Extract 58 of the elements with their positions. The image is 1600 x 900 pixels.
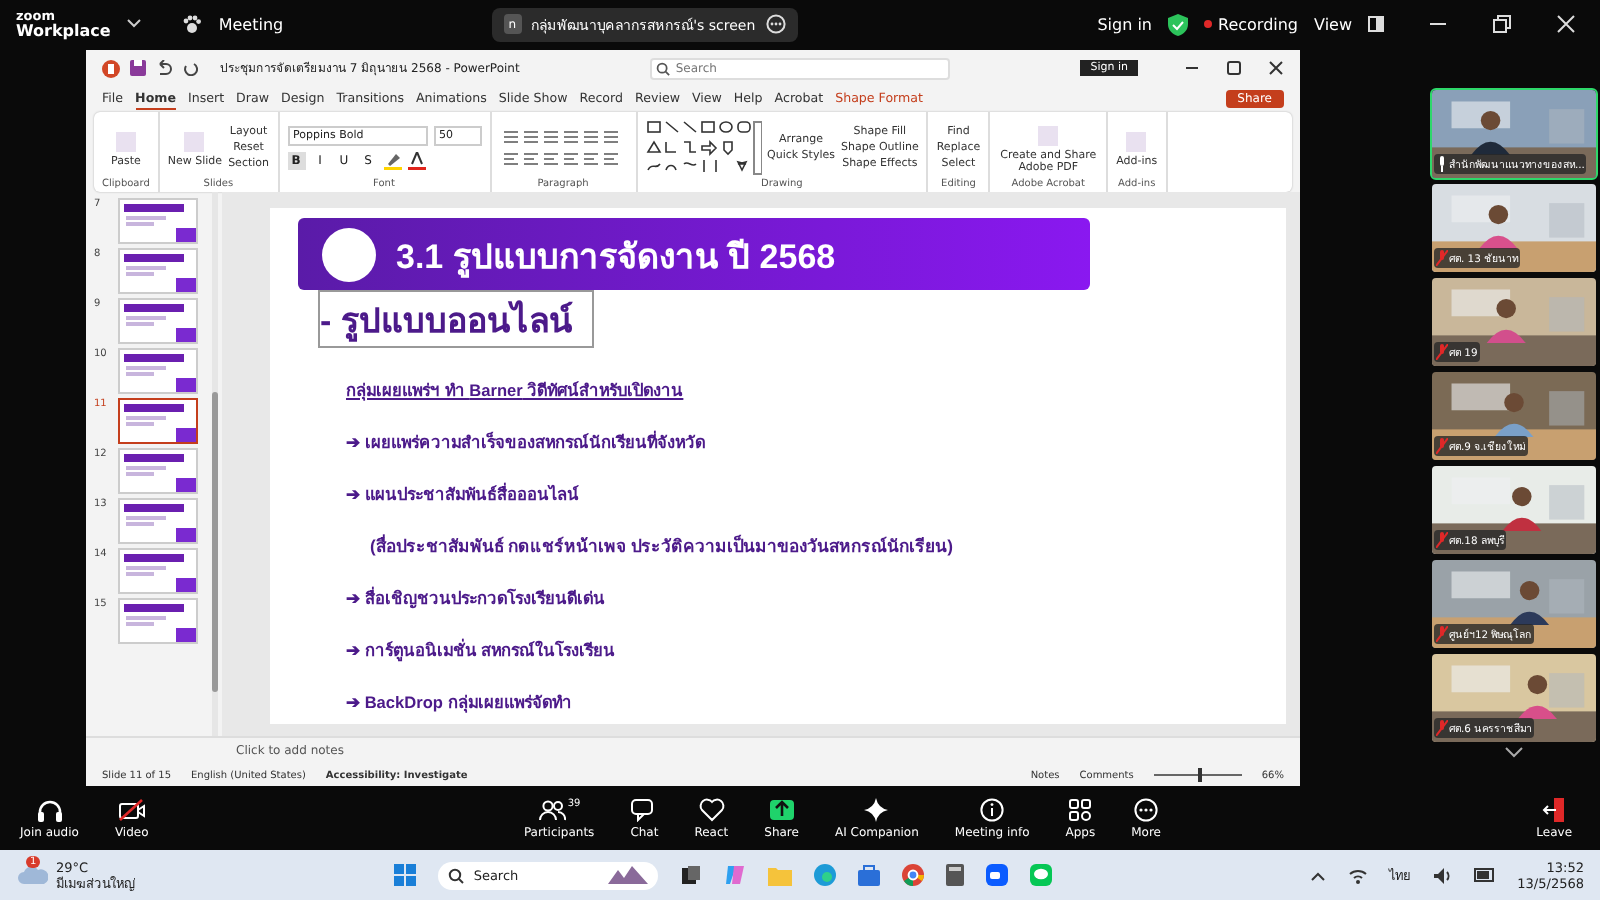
chevron-up-icon[interactable] — [1309, 869, 1326, 881]
restore-icon[interactable] — [1226, 60, 1242, 76]
info-icon — [978, 797, 1007, 821]
wifi-icon[interactable] — [1347, 867, 1368, 883]
slide-text: ➔ BackDrop กลุ่มเผยแพร่จัดทำ — [346, 692, 572, 712]
search-icon — [447, 867, 464, 883]
exit-door-icon — [1542, 797, 1567, 821]
store-bag-icon[interactable] — [857, 864, 880, 886]
mountain-icon — [607, 866, 648, 884]
grid-view-icon — [1368, 16, 1384, 32]
calculator-icon[interactable] — [945, 864, 964, 886]
share-screen-icon — [767, 797, 796, 821]
slide-text: ➔ การ์ตูนอนิเมชั่น สหกรณ์ในโรงเรียน — [346, 640, 616, 660]
task-view-icon[interactable] — [679, 864, 702, 886]
speaker-icon[interactable] — [1433, 867, 1452, 883]
headphones-icon — [35, 797, 64, 821]
highlight-icon[interactable] — [383, 151, 401, 169]
paw-icon — [182, 14, 203, 34]
font-color-icon[interactable] — [407, 151, 425, 169]
shield-check-icon — [1168, 13, 1188, 35]
chrome-icon[interactable] — [901, 864, 924, 886]
recording-dot — [1204, 20, 1212, 28]
windows-start-icon[interactable] — [393, 864, 416, 886]
meeting-label[interactable]: Meeting — [218, 15, 284, 33]
shape-gallery-drawing[interactable] — [645, 119, 761, 175]
powerpoint-logo-icon — [102, 59, 120, 77]
slide-text: กลุ่มเผยแพร่ฯ ทำ Barner วิดีทัศน์สำหรับเปิดงาน — [346, 380, 684, 400]
people-icon — [537, 797, 566, 821]
sparkle-icon — [862, 797, 891, 821]
search-icon — [655, 61, 670, 75]
heart-icon — [697, 797, 726, 821]
slide-text: ➔ แผนประชาสัมพันธ์สื่อออนไลน์ — [346, 484, 579, 504]
chevron-down-icon[interactable] — [126, 18, 143, 30]
view-button[interactable]: View — [1314, 15, 1352, 33]
slide-text: ➔ สื่อเชิญชวนประกวดโรงเรียนดีเด่น — [346, 588, 605, 608]
cloud-icon — [16, 863, 48, 883]
apps-icon — [1066, 797, 1095, 821]
circle-shape — [322, 227, 376, 281]
save-icon[interactable] — [130, 60, 146, 76]
slide-text: ➔ เผยแพร่ความสำเร็จของสหกรณ์นักเรียนที่จังหวัด — [346, 432, 705, 452]
sign-in-link[interactable]: Sign in — [1097, 15, 1152, 33]
scrollbar[interactable] — [212, 192, 218, 736]
chevron-down-icon[interactable] — [1503, 746, 1523, 758]
more-icon[interactable] — [765, 14, 786, 34]
more-icon — [1132, 797, 1161, 821]
battery-icon[interactable] — [1473, 868, 1496, 882]
slider-thumb[interactable] — [1197, 768, 1202, 782]
undo-icon[interactable] — [156, 60, 172, 76]
slide-text: (สื่อประชาสัมพันธ์ กดแชร์หน้าเพจ ประวัติความเป็นมาของวันสหกรณ์นักเรียน) — [370, 536, 953, 556]
close-icon[interactable] — [1268, 60, 1284, 76]
recording-label[interactable]: Recording — [1218, 15, 1299, 33]
restore-icon[interactable] — [1492, 14, 1512, 34]
slide-title: 3.1 รูปแบบการจัดงาน ปี 2568 — [396, 235, 836, 281]
video-off-icon — [117, 797, 146, 821]
slide-thumbnail[interactable] — [118, 398, 198, 444]
subtitle-text-box[interactable]: - รูปแบบออนไลน์ — [318, 290, 595, 348]
chat-icon — [630, 797, 659, 821]
slide-subtitle: - รูปแบบออนไลน์ — [320, 302, 573, 340]
